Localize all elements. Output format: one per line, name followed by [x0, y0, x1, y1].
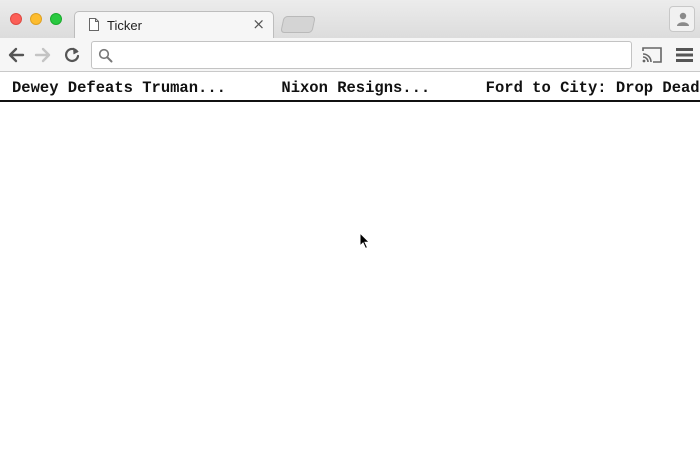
- browser-toolbar: [0, 38, 700, 72]
- ticker-headline: Nixon Resigns...: [281, 79, 431, 97]
- back-arrow-icon[interactable]: [7, 46, 25, 64]
- menu-icon[interactable]: [676, 47, 693, 63]
- reload-icon[interactable]: [63, 46, 81, 64]
- profile-icon: [677, 12, 689, 26]
- news-ticker: Dewey Defeats Truman... Nixon Resigns...…: [0, 72, 700, 102]
- profile-button[interactable]: [669, 6, 695, 32]
- document-icon: [89, 18, 99, 31]
- cast-icon[interactable]: [641, 46, 663, 64]
- new-tab-button[interactable]: [280, 16, 316, 33]
- close-window-button[interactable]: [10, 13, 22, 25]
- ticker-headline: Ford to City: Drop Dead: [485, 79, 700, 97]
- tab-close-icon[interactable]: ×: [252, 16, 265, 32]
- forward-arrow-icon[interactable]: [34, 46, 52, 64]
- tab-title: Ticker: [107, 18, 142, 33]
- title-bar: Ticker ×: [0, 0, 700, 39]
- minimize-window-button[interactable]: [30, 13, 42, 25]
- tab-ticker[interactable]: Ticker ×: [74, 11, 274, 39]
- mouse-pointer-icon: [359, 232, 371, 250]
- ticker-track: Dewey Defeats Truman... Nixon Resigns...…: [12, 79, 700, 97]
- ticker-headline: Dewey Defeats Truman...: [12, 79, 226, 97]
- search-icon: [98, 48, 113, 63]
- address-bar[interactable]: [91, 41, 632, 69]
- address-input[interactable]: [118, 46, 623, 64]
- maximize-window-button[interactable]: [50, 13, 62, 25]
